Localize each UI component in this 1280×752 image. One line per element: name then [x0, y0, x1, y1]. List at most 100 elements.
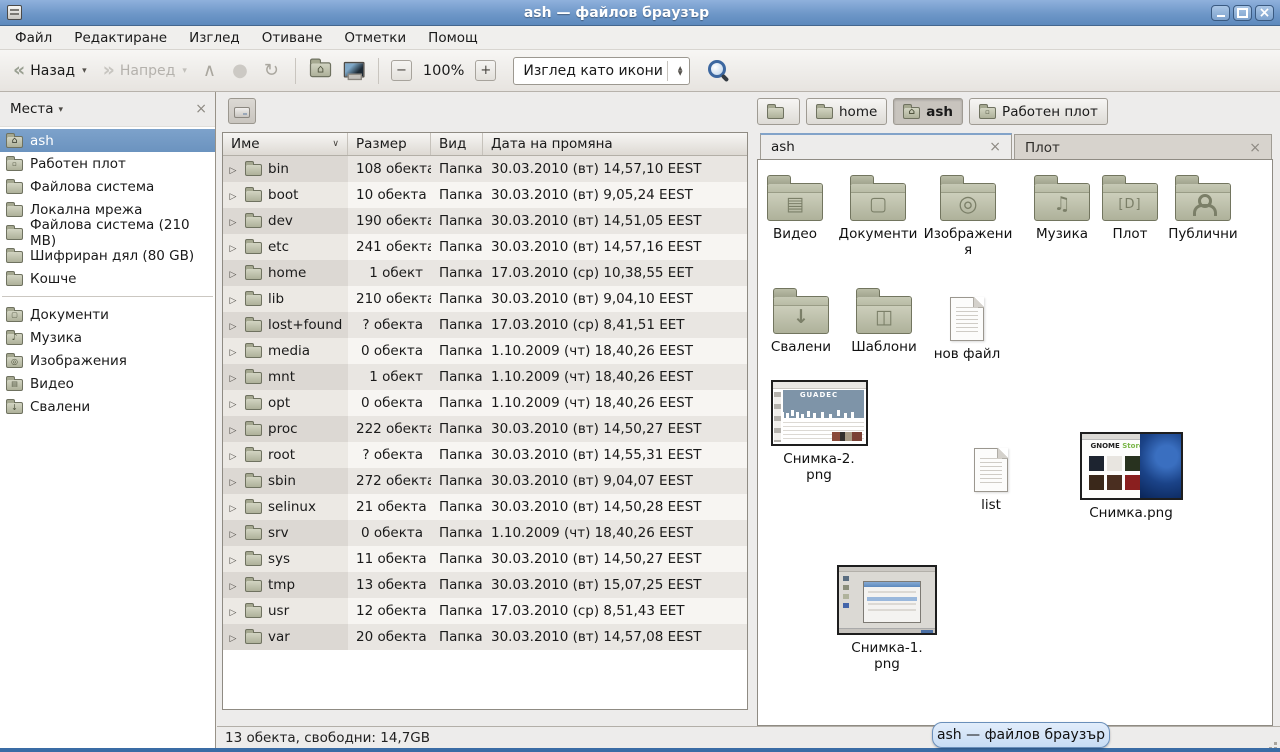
table-row[interactable]: lost+found ? обекта Папка 17.03.2010 (ср… [223, 312, 747, 338]
table-row[interactable]: sbin 272 обекта Папка 30.03.2010 (вт) 9,… [223, 468, 747, 494]
expander-icon[interactable] [227, 603, 239, 619]
sidebar-item[interactable]: Музика [0, 326, 215, 349]
column-header-size[interactable]: Размер [348, 133, 431, 155]
expander-icon[interactable] [227, 577, 239, 593]
expander-icon[interactable] [227, 395, 239, 411]
table-row[interactable]: home 1 обект Папка 17.03.2010 (ср) 10,38… [223, 260, 747, 286]
expander-icon[interactable] [227, 525, 239, 541]
table-row[interactable]: sys 11 обекта Папка 30.03.2010 (вт) 14,5… [223, 546, 747, 572]
list-item[interactable]: GNOME Store Снимка.png [1072, 432, 1190, 521]
expander-icon[interactable] [227, 499, 239, 515]
table-row[interactable]: tmp 13 обекта Папка 30.03.2010 (вт) 15,0… [223, 572, 747, 598]
sidebar-item[interactable]: ash [0, 129, 215, 152]
table-row[interactable]: selinux 21 обекта Папка 30.03.2010 (вт) … [223, 494, 747, 520]
tree-root-button[interactable] [228, 98, 256, 124]
search-icon[interactable] [706, 59, 730, 83]
back-button[interactable]: « Назад ▾ [6, 56, 94, 86]
sidebar-item[interactable]: Кошче [0, 267, 215, 290]
chevron-down-icon[interactable]: ▾ [59, 105, 64, 115]
minimize-button[interactable] [1211, 5, 1230, 21]
expander-icon[interactable] [227, 291, 239, 307]
zoom-in-button[interactable]: + [475, 60, 496, 81]
expander-icon[interactable] [227, 317, 239, 333]
expander-icon[interactable] [227, 239, 239, 255]
table-row[interactable]: bin 108 обекта Папка 30.03.2010 (вт) 14,… [223, 156, 747, 182]
view-mode-select[interactable]: Изглед като икони ▲▼ [513, 57, 689, 85]
table-row[interactable]: proc 222 обекта Папка 30.03.2010 (вт) 14… [223, 416, 747, 442]
list-item[interactable]: Публични [1161, 174, 1245, 242]
sidebar-item[interactable]: Изображения [0, 349, 215, 372]
table-row[interactable]: boot 10 обекта Папка 30.03.2010 (вт) 9,0… [223, 182, 747, 208]
table-row[interactable]: root ? обекта Папка 30.03.2010 (вт) 14,5… [223, 442, 747, 468]
expander-icon[interactable] [227, 369, 239, 385]
tab-close-icon[interactable] [989, 140, 1001, 154]
list-item[interactable]: list [944, 438, 1038, 513]
expander-icon[interactable] [227, 421, 239, 437]
table-row[interactable]: srv 0 обекта Папка 1.10.2009 (чт) 18,40,… [223, 520, 747, 546]
sidebar-item[interactable]: Файлова система (210 MB) [0, 221, 215, 244]
expander-icon[interactable] [227, 447, 239, 463]
table-row[interactable]: opt 0 обекта Папка 1.10.2009 (чт) 18,40,… [223, 390, 747, 416]
table-row[interactable]: var 20 обекта Папка 30.03.2010 (вт) 14,5… [223, 624, 747, 650]
reload-button[interactable]: ↻ [257, 56, 286, 86]
menu-item[interactable]: Файл [4, 26, 63, 49]
expander-icon[interactable] [227, 551, 239, 567]
back-history-caret-icon[interactable]: ▾ [82, 66, 87, 76]
table-row[interactable]: lib 210 обекта Папка 30.03.2010 (вт) 9,0… [223, 286, 747, 312]
sidebar-item[interactable]: Шифриран дял (80 GB) [0, 244, 215, 267]
expander-icon[interactable] [227, 343, 239, 359]
table-row[interactable]: usr 12 обекта Папка 17.03.2010 (ср) 8,51… [223, 598, 747, 624]
sidebar-item[interactable]: Свалени [0, 395, 215, 418]
menu-item[interactable]: Отиване [251, 26, 334, 49]
table-row[interactable]: media 0 обекта Папка 1.10.2009 (чт) 18,4… [223, 338, 747, 364]
list-item[interactable]: Снимка-1.png [830, 565, 944, 672]
tab[interactable]: Плот [1014, 134, 1272, 160]
list-item[interactable]: Шаблони [846, 287, 922, 355]
breadcrumb-button[interactable]: Работен плот [969, 98, 1108, 125]
list-item[interactable]: нов файл [929, 287, 1005, 362]
computer-button[interactable] [338, 56, 369, 86]
sidebar-item[interactable]: Документи [0, 303, 215, 326]
tab[interactable]: ash [760, 133, 1012, 159]
table-row[interactable]: mnt 1 обект Папка 1.10.2009 (чт) 18,40,2… [223, 364, 747, 390]
expander-icon[interactable] [227, 629, 239, 645]
column-header-date[interactable]: Дата на промяна [483, 133, 747, 155]
home-button[interactable] [305, 56, 336, 86]
table-row[interactable]: etc 241 обекта Папка 30.03.2010 (вт) 14,… [223, 234, 747, 260]
expander-icon[interactable] [227, 265, 239, 281]
expander-icon[interactable] [227, 473, 239, 489]
expander-icon[interactable] [227, 161, 239, 177]
sidebar-item[interactable]: Видео [0, 372, 215, 395]
breadcrumb-button[interactable]: ash [893, 98, 963, 125]
maximize-button[interactable] [1233, 5, 1252, 21]
column-header-name[interactable]: Име ∨ [223, 133, 348, 155]
sidebar-item[interactable]: Файлова система [0, 175, 215, 198]
column-header-type[interactable]: Вид [431, 133, 483, 155]
forward-button[interactable]: » Напред ▾ [96, 56, 194, 86]
breadcrumb-button[interactable] [757, 98, 800, 125]
zoom-out-button[interactable]: − [391, 60, 412, 81]
expander-icon[interactable] [227, 187, 239, 203]
list-item[interactable]: Видео [760, 174, 830, 242]
list-item[interactable]: Плот [1100, 174, 1160, 242]
menu-item[interactable]: Изглед [178, 26, 251, 49]
sidebar-close-icon[interactable]: × [195, 102, 207, 116]
list-item[interactable]: Музика [1024, 174, 1100, 242]
menu-item[interactable]: Редактиране [63, 26, 178, 49]
list-item[interactable]: Свалени [763, 287, 839, 355]
up-button[interactable]: ∧ [196, 56, 223, 86]
resize-grip[interactable] [1274, 742, 1277, 745]
list-item[interactable]: Изображения [923, 174, 1013, 258]
close-button[interactable] [1255, 5, 1274, 21]
expander-icon[interactable] [227, 213, 239, 229]
titlebar[interactable]: ash — файлов браузър [0, 0, 1280, 26]
tab-close-icon[interactable] [1249, 141, 1261, 155]
stop-button[interactable]: ● [225, 56, 255, 86]
list-item[interactable]: GUADEC Снимка-2.png [764, 380, 874, 483]
table-row[interactable]: dev 190 обекта Папка 30.03.2010 (вт) 14,… [223, 208, 747, 234]
menu-item[interactable]: Помощ [417, 26, 489, 49]
sidebar-title-select[interactable]: Места [10, 101, 54, 117]
taskbar-window-button[interactable]: ash — файлов браузър [932, 722, 1110, 748]
menu-item[interactable]: Отметки [333, 26, 417, 49]
breadcrumb-button[interactable]: home [806, 98, 887, 125]
